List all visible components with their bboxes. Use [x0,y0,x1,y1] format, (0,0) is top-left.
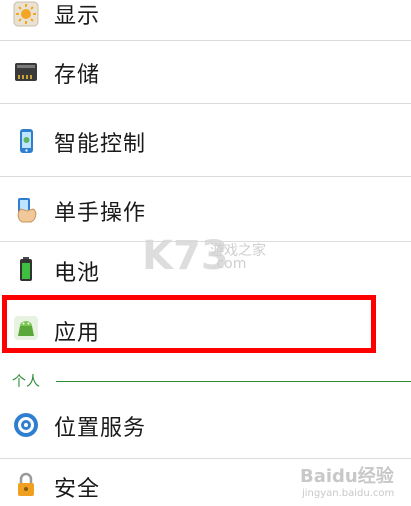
settings-item-label: 位置服务 [54,416,147,441]
smart-control-phone-icon [13,128,39,154]
settings-item-location[interactable]: 位置服务 [0,392,411,454]
display-sun-icon [13,1,39,27]
highlight-box [2,295,376,353]
settings-item-display[interactable]: 显示 [0,0,411,32]
section-divider [56,381,411,382]
settings-item-label: 存储 [54,63,101,88]
location-service-icon [13,412,39,438]
one-hand-operation-icon [13,197,39,223]
baidu-watermark-url: jingyan.baidu.com [302,488,395,499]
settings-item-label: 电池 [54,261,101,286]
settings-item-label: 单手操作 [54,201,147,226]
baidu-watermark-logo: Baidu经验 [300,466,394,487]
battery-icon [13,256,39,282]
settings-item-label: 智能控制 [54,132,147,157]
settings-item-label: 显示 [54,4,101,29]
settings-item-storage[interactable]: 存储 [0,41,411,103]
settings-item-one-hand[interactable]: 单手操作 [0,177,411,241]
settings-item-label: 安全 [54,477,101,502]
k73-watermark-domain: .com [212,256,247,272]
storage-card-icon [13,59,39,85]
section-header-personal: 个人 [12,374,40,390]
settings-item-smart-control[interactable]: 智能控制 [0,104,411,176]
lock-security-icon [13,471,39,497]
